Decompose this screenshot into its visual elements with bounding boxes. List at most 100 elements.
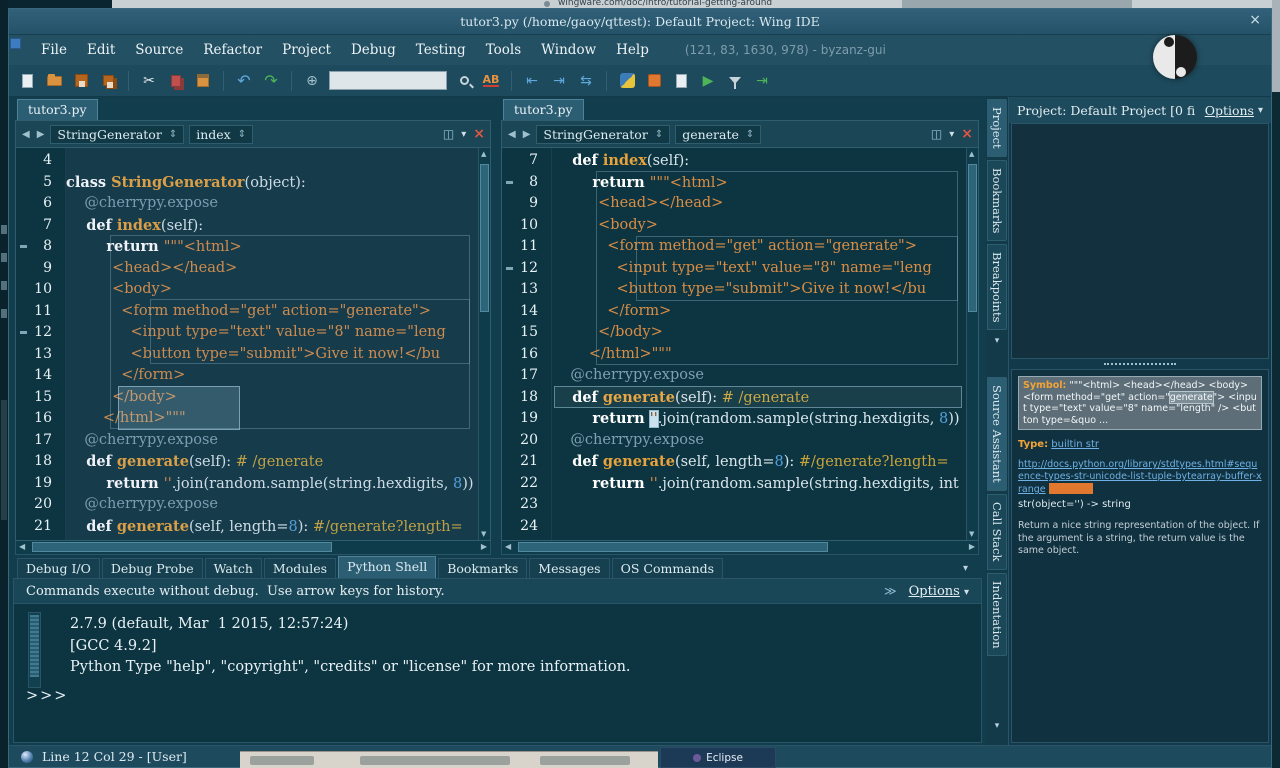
python-shell[interactable]: 2.7.9 (default, Mar 1 2015, 12:57:24) [G… (13, 604, 982, 743)
line-number[interactable]: 19 (502, 408, 551, 430)
file-tab[interactable]: tutor3.py (503, 99, 584, 120)
copy-button[interactable] (166, 71, 186, 91)
line-number[interactable]: 24 (502, 516, 551, 538)
line-number[interactable]: 5 (16, 172, 65, 194)
swap-indent-button[interactable]: ⇆ (576, 71, 596, 91)
code-lines[interactable]: def index(self): return """<html> <head>… (552, 148, 966, 540)
vertical-scrollbar[interactable]: ▲ ▼ (478, 148, 490, 540)
code-line[interactable]: </form> (552, 301, 966, 323)
line-number[interactable]: 11 (16, 301, 65, 323)
code-line[interactable]: class StringGenerator(object): (66, 172, 478, 194)
shell-options-button[interactable]: Options ▾ (909, 584, 969, 599)
chevron-down-icon[interactable]: ▾ (949, 129, 954, 140)
chevron-down-icon[interactable]: ▾ (461, 129, 466, 140)
code-line[interactable]: @cherrypy.expose (66, 494, 478, 516)
line-number[interactable]: 16 (16, 408, 65, 430)
line-number[interactable]: 22 (502, 473, 551, 495)
menu-tools[interactable]: Tools (476, 39, 531, 61)
line-number[interactable]: 13 (502, 279, 551, 301)
code-line[interactable]: <input type="text" value="8" name="leng (66, 322, 478, 344)
menu-window[interactable]: Window (531, 39, 606, 61)
line-number[interactable]: 13 (16, 344, 65, 366)
line-number[interactable]: 7 (502, 150, 551, 172)
fold-mark-icon[interactable] (20, 245, 27, 248)
code-line[interactable]: <head></head> (66, 258, 478, 280)
search-selection-button[interactable]: ⊕ (302, 71, 322, 91)
code-line[interactable]: <button type="submit">Give it now!</bu (66, 344, 478, 366)
hide-panel-icon[interactable]: ▾ (963, 563, 968, 574)
pane-menu-icon[interactable]: ◫ (443, 127, 454, 141)
file-tab[interactable]: tutor3.py (17, 99, 98, 120)
pane-menu-icon[interactable]: ◫ (931, 127, 942, 141)
tab-messages[interactable]: Messages (529, 558, 609, 578)
redo-button[interactable]: ↷ (261, 71, 281, 91)
vtab-breakpoints[interactable]: Breakpoints (987, 244, 1007, 330)
code-line[interactable]: @cherrypy.expose (66, 193, 478, 215)
menu-file[interactable]: File (31, 39, 77, 61)
code-line[interactable]: <body> (552, 215, 966, 237)
scroll-down-icon[interactable]: ▼ (481, 530, 486, 538)
line-number[interactable]: 14 (502, 301, 551, 323)
line-number[interactable]: 4 (16, 150, 65, 172)
panel-chevron-icon[interactable]: ▾ (995, 336, 1000, 346)
line-number[interactable]: 20 (502, 430, 551, 452)
run-button[interactable]: ▶ (698, 71, 718, 91)
menu-debug[interactable]: Debug (341, 39, 406, 61)
line-number[interactable]: 12 (502, 258, 551, 280)
foreground-window-fragment[interactable] (240, 751, 658, 768)
line-number[interactable]: 6 (16, 193, 65, 215)
open-file-button[interactable] (44, 71, 64, 91)
project-options-button[interactable]: Options ▾ (1205, 103, 1263, 118)
line-number[interactable]: 8 (16, 236, 65, 258)
line-number[interactable]: 9 (16, 258, 65, 280)
code-line[interactable]: @cherrypy.expose (66, 430, 478, 452)
scroll-up-icon[interactable]: ▲ (481, 150, 486, 158)
line-number[interactable]: 12 (16, 322, 65, 344)
line-number[interactable]: 21 (16, 516, 65, 538)
line-number[interactable]: 10 (502, 215, 551, 237)
code-line[interactable]: </body> (66, 387, 478, 409)
vtab-bookmarks[interactable]: Bookmarks (987, 160, 1007, 241)
line-number[interactable]: 15 (16, 387, 65, 409)
nav-back-icon[interactable]: ◀ (507, 129, 517, 140)
tab-debug-probe[interactable]: Debug Probe (102, 558, 203, 578)
save-all-button[interactable] (98, 71, 118, 91)
python-environment-button[interactable] (617, 71, 637, 91)
close-pane-icon[interactable]: × (961, 126, 973, 142)
line-number[interactable]: 10 (16, 279, 65, 301)
menu-source[interactable]: Source (125, 39, 193, 61)
line-number[interactable]: 15 (502, 322, 551, 344)
code-line[interactable] (552, 516, 966, 538)
scroll-left-icon[interactable]: ◀ (19, 542, 25, 551)
line-number[interactable]: 14 (16, 365, 65, 387)
line-number[interactable]: 9 (502, 193, 551, 215)
vtab-project[interactable]: Project (987, 99, 1007, 157)
indent-button[interactable]: ⇥ (549, 71, 569, 91)
code-line[interactable] (66, 150, 478, 172)
goto-line-button[interactable]: ⇥ (752, 71, 772, 91)
vtab-indentation[interactable]: Indentation (987, 573, 1007, 657)
scroll-right-icon[interactable]: ▶ (481, 542, 487, 551)
line-number[interactable]: 17 (502, 365, 551, 387)
cut-button[interactable]: ✂ (139, 71, 159, 91)
code-line[interactable]: <form method="get" action="generate"> (552, 236, 966, 258)
code-line[interactable]: def generate(self): # /generate (66, 451, 478, 473)
save-button[interactable] (71, 71, 91, 91)
new-file-button[interactable] (17, 71, 37, 91)
line-number[interactable]: 16 (502, 344, 551, 366)
search-icon[interactable] (454, 71, 474, 91)
fold-mark-icon[interactable] (506, 267, 513, 270)
member-dropdown[interactable]: generate ⇕ (675, 125, 761, 144)
horizontal-scrollbar[interactable]: ◀ ▶ (15, 541, 491, 555)
code-area[interactable]: 45678910111213141516171819202122 class S… (15, 148, 491, 541)
tab-python-shell[interactable]: Python Shell (338, 556, 436, 578)
panel-chevron-icon[interactable]: ▾ (995, 721, 1000, 731)
menu-testing[interactable]: Testing (406, 39, 476, 61)
vtab-source-assistant[interactable]: Source Assistant (987, 377, 1007, 491)
tab-os-commands[interactable]: OS Commands (612, 558, 724, 578)
undo-button[interactable]: ↶ (234, 71, 254, 91)
shell-scrollbar[interactable] (28, 612, 41, 688)
nav-back-icon[interactable]: ◀ (21, 129, 31, 140)
menu-project[interactable]: Project (272, 39, 341, 61)
fold-mark-icon[interactable] (20, 331, 27, 334)
